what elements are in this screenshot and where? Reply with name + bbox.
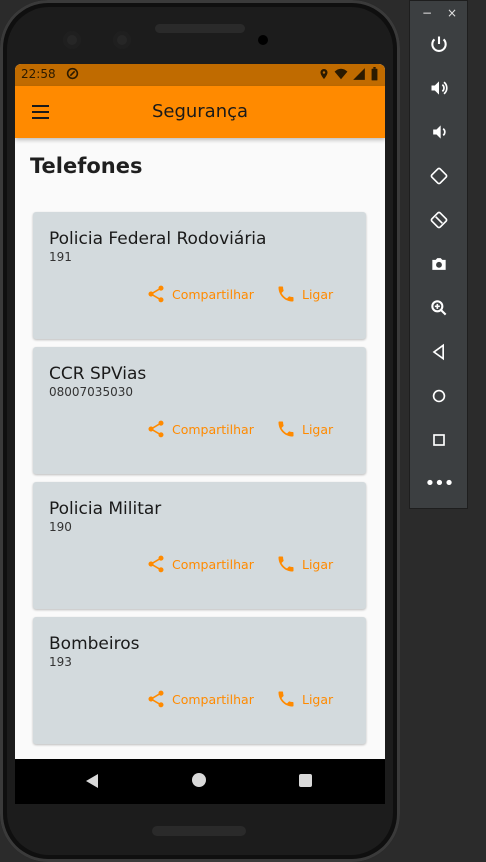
notification-icon: [66, 67, 79, 83]
home-icon[interactable]: [424, 381, 454, 411]
contact-card: Policia Federal Rodoviária 191 Compartil…: [33, 212, 366, 339]
rotate-left-icon[interactable]: [424, 161, 454, 191]
rotate-right-icon[interactable]: [424, 205, 454, 235]
phone-icon: [278, 556, 294, 572]
more-icon[interactable]: •••: [424, 469, 455, 499]
share-button[interactable]: Compartilhar: [146, 419, 254, 439]
status-icons: [318, 67, 379, 81]
share-button[interactable]: Compartilhar: [146, 689, 254, 709]
contact-name: Policia Federal Rodoviária: [49, 229, 267, 249]
back-icon[interactable]: [424, 337, 454, 367]
share-icon: [148, 555, 164, 573]
contact-number: 190: [49, 520, 72, 534]
phone-icon: [278, 286, 294, 302]
call-button[interactable]: Ligar: [276, 689, 333, 709]
power-icon[interactable]: [424, 29, 454, 59]
call-button[interactable]: Ligar: [276, 284, 333, 304]
emulator-window-controls: − ×: [410, 5, 467, 21]
app-title: Segurança: [151, 101, 249, 122]
phone-icon: [278, 691, 294, 707]
phone-icon: [278, 421, 294, 437]
status-time: 22:58: [21, 67, 56, 81]
status-bar: 22:58: [15, 64, 385, 86]
call-label: Ligar: [302, 421, 334, 437]
android-nav-bar: [15, 759, 385, 804]
camera-icon[interactable]: [424, 249, 454, 279]
contact-name: Bombeiros: [49, 634, 140, 654]
page-title: Telefones: [30, 154, 143, 178]
contact-name: Policia Militar: [49, 499, 162, 519]
proximity-sensor: [258, 35, 268, 45]
call-label: Ligar: [302, 556, 334, 572]
share-button[interactable]: Compartilhar: [146, 554, 254, 574]
wifi-icon: [334, 68, 348, 80]
volume-down-icon[interactable]: [424, 117, 454, 147]
share-label: Compartilhar: [172, 556, 254, 572]
front-sensor: [63, 31, 81, 49]
call-button[interactable]: Ligar: [276, 419, 333, 439]
front-camera: [113, 31, 131, 49]
location-icon: [320, 69, 328, 79]
share-label: Compartilhar: [172, 286, 254, 302]
share-icon: [148, 420, 164, 438]
share-label: Compartilhar: [172, 421, 254, 437]
contact-card: Policia Militar 190 Compartilhar Ligar: [33, 482, 366, 609]
zoom-icon[interactable]: [424, 293, 454, 323]
top-speaker: [155, 24, 245, 33]
close-button[interactable]: ×: [447, 5, 457, 21]
contact-number: 193: [49, 655, 72, 669]
nav-overview-icon[interactable]: [299, 774, 312, 787]
app-screen: 22:58 Segurança Telefones Policia Federa…: [15, 64, 385, 804]
contact-number: 191: [49, 250, 72, 264]
volume-up-icon[interactable]: [424, 73, 454, 103]
nav-back-icon[interactable]: [85, 773, 99, 793]
battery-icon: [371, 67, 378, 81]
call-button[interactable]: Ligar: [276, 554, 333, 574]
nav-home-icon[interactable]: [192, 773, 206, 787]
contact-name: CCR SPVias: [49, 364, 147, 384]
bottom-speaker: [152, 826, 246, 836]
share-button[interactable]: Compartilhar: [146, 284, 254, 304]
contact-card: CCR SPVias 08007035030 Compartilhar Liga…: [33, 347, 366, 474]
share-icon: [148, 690, 164, 708]
minimize-button[interactable]: −: [422, 5, 432, 21]
call-label: Ligar: [302, 286, 334, 302]
share-icon: [148, 285, 164, 303]
call-label: Ligar: [302, 691, 334, 707]
app-bar: Segurança: [15, 86, 385, 138]
more-label: •••: [424, 473, 455, 494]
emulator-toolbar: − × •••: [409, 0, 468, 509]
contact-number: 08007035030: [49, 385, 133, 399]
share-label: Compartilhar: [172, 691, 254, 707]
signal-icon: [353, 68, 365, 80]
overview-icon[interactable]: [424, 425, 454, 455]
contact-card: Bombeiros 193 Compartilhar Ligar: [33, 617, 366, 744]
